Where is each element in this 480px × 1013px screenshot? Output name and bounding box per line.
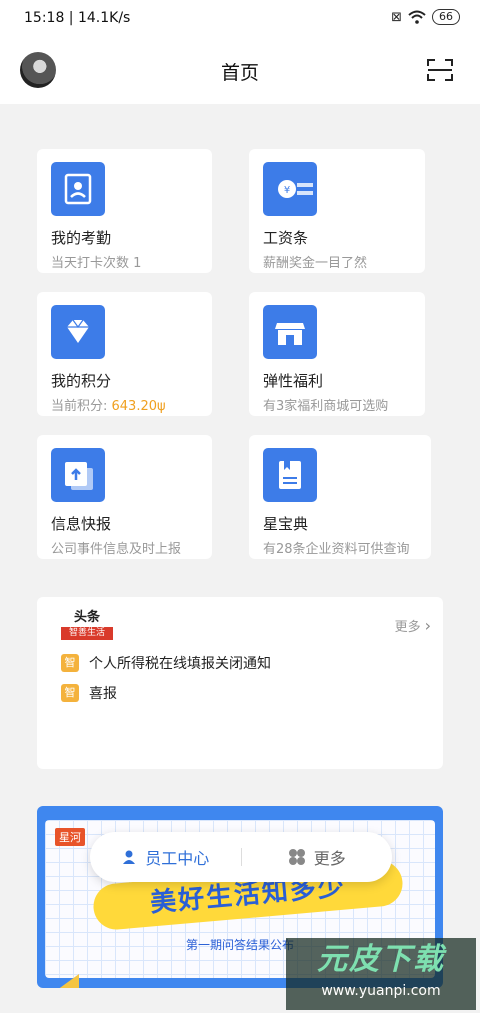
tile-salary[interactable]: ¥ 工资条 薪酬奖金一目了然	[249, 149, 425, 273]
tile-handbook[interactable]: 星宝典 有28条企业资料可供查询	[249, 435, 431, 559]
book-icon	[263, 448, 317, 502]
battery-icon: 66	[432, 9, 460, 25]
news-more-link[interactable]: 更多 ›	[395, 616, 431, 635]
scan-icon[interactable]	[427, 58, 453, 82]
header: 首页	[0, 38, 480, 104]
page-title: 首页	[220, 62, 259, 84]
tile-title: 星宝典	[263, 515, 309, 533]
tile-benefits[interactable]: 弹性福利 有3家福利商城可选购	[249, 292, 425, 416]
tile-attendance[interactable]: 我的考勤 当天打卡次数 1	[37, 149, 212, 273]
diamond-icon	[51, 305, 105, 359]
salary-icon: ¥	[263, 162, 317, 216]
attendance-icon	[51, 162, 105, 216]
news-badge: 智	[61, 654, 79, 672]
floating-tab-bar: 员工中心 更多	[90, 832, 392, 882]
news-item[interactable]: 智 喜报	[61, 683, 117, 703]
tile-subtitle: 有3家福利商城可选购	[263, 399, 389, 414]
upload-icon	[51, 448, 105, 502]
svg-text:¥: ¥	[284, 185, 290, 196]
points-value: 643.20ψ	[111, 399, 166, 414]
tile-points[interactable]: 我的积分 当前积分: 643.20ψ	[37, 292, 212, 416]
tile-subtitle: 有28条企业资料可供查询	[263, 542, 410, 557]
banner-tag: 星河	[55, 828, 85, 846]
status-time: 15:18 | 14.1K/s	[24, 10, 131, 26]
chevron-right-icon: ›	[424, 616, 431, 635]
tile-news-report[interactable]: 信息快报 公司事件信息及时上报	[37, 435, 212, 559]
staff-center-button[interactable]: 员工中心	[90, 845, 241, 869]
tile-subtitle: 公司事件信息及时上报	[51, 542, 182, 557]
news-card: 头条 智善生活 更多 › 智 个人所得税在线填报关闭通知 智 喜报	[37, 597, 443, 769]
status-icons: ⊠ 66	[391, 9, 460, 25]
tile-title: 我的积分	[51, 372, 112, 390]
tile-title: 信息快报	[51, 515, 112, 533]
clover-icon	[288, 849, 305, 865]
shop-icon	[263, 305, 317, 359]
tile-title: 工资条	[263, 229, 309, 247]
tile-subtitle: 当天打卡次数 1	[51, 256, 142, 271]
tile-title: 我的考勤	[51, 229, 112, 247]
megaphone-icon	[59, 974, 79, 988]
wifi-icon	[408, 10, 426, 24]
news-item[interactable]: 智 个人所得税在线填报关闭通知	[61, 653, 271, 673]
person-icon	[123, 850, 136, 864]
more-button[interactable]: 更多	[242, 845, 393, 869]
watermark: 元皮下载 www.yuanpi.com	[286, 938, 476, 1010]
tile-subtitle: 当前积分: 643.20ψ	[51, 395, 166, 414]
tile-title: 弹性福利	[263, 372, 324, 390]
points-label: 当前积分:	[51, 399, 112, 414]
status-bar: 15:18 | 14.1K/s ⊠ 66	[0, 0, 480, 38]
sim-icon: ⊠	[391, 9, 402, 25]
news-logo: 头条 智善生活	[61, 611, 113, 641]
news-badge: 智	[61, 684, 79, 702]
tile-subtitle: 薪酬奖金一目了然	[263, 256, 368, 271]
